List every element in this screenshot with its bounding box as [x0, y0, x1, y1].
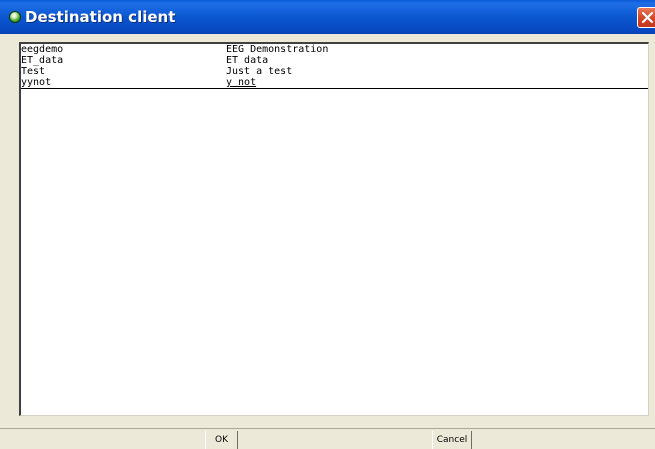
destination-client-dialog: Destination client eegdemo EEG Demonstra… [0, 0, 655, 449]
client-description: EEG Demonstration [226, 44, 329, 55]
client-name: Test [21, 66, 46, 77]
title-bar[interactable]: Destination client [0, 0, 655, 34]
client-listbox[interactable]: eegdemo EEG Demonstration ET_data ET dat… [19, 42, 649, 416]
client-description: y not [226, 77, 257, 88]
window-title: Destination client [25, 8, 176, 26]
close-icon [641, 11, 654, 24]
cancel-button[interactable]: Cancel [432, 431, 472, 449]
close-button[interactable] [637, 7, 655, 28]
list-item[interactable]: ET_data ET data [21, 55, 648, 66]
client-description: ET data [226, 55, 269, 66]
client-description: Just a test [226, 66, 293, 77]
list-panel: eegdemo EEG Demonstration ET_data ET dat… [11, 38, 655, 422]
client-name: ET_data [21, 55, 64, 66]
list-item[interactable]: Test Just a test [21, 66, 648, 77]
client-name: eegdemo [21, 44, 64, 55]
client-name: yynot [21, 77, 52, 88]
list-item[interactable]: eegdemo EEG Demonstration [21, 44, 648, 55]
ok-button[interactable]: OK [205, 431, 238, 449]
app-orb-icon [9, 11, 21, 23]
button-bar: OK Cancel [0, 428, 655, 449]
list-item-selected[interactable]: yynot y not [21, 77, 648, 89]
